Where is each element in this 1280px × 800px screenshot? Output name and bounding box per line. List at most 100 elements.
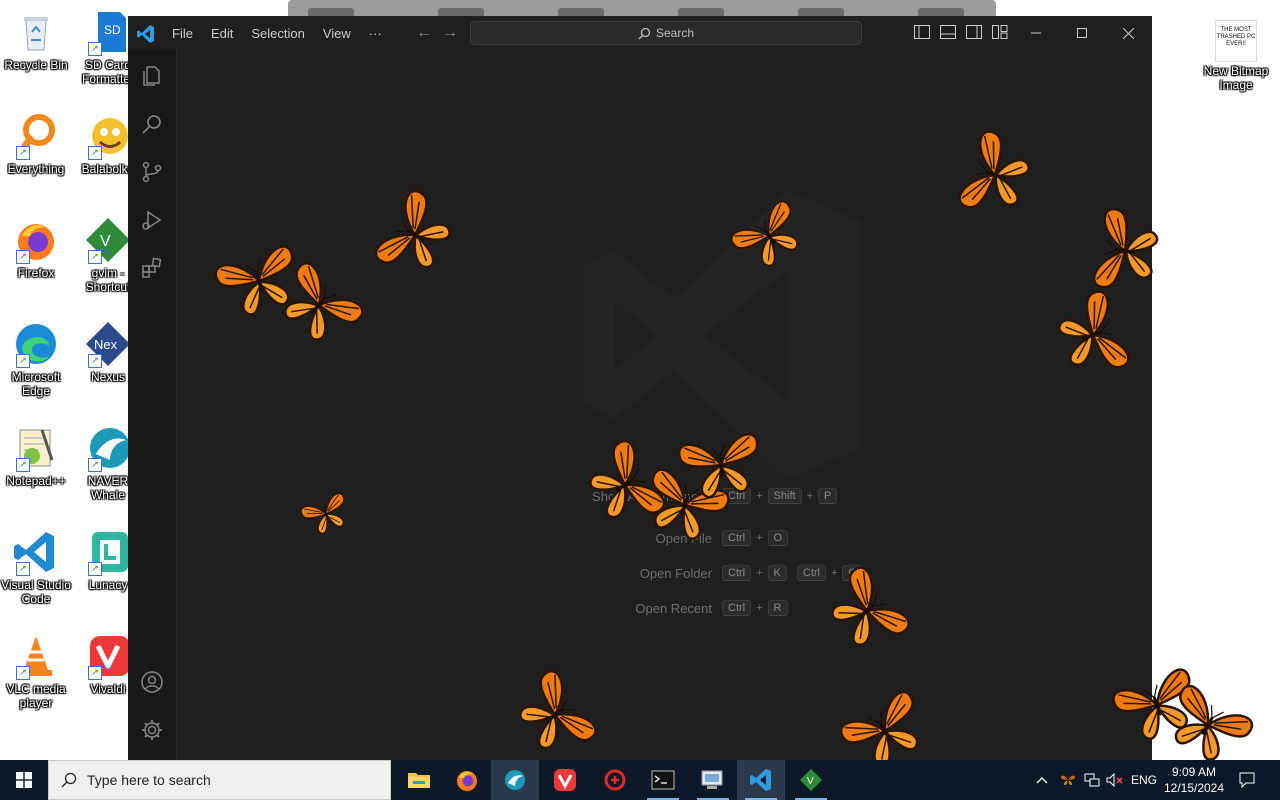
maximize-icon: [1077, 28, 1087, 38]
keycap: Ctrl: [796, 565, 826, 581]
extensions-icon[interactable]: [140, 256, 164, 280]
back-arrow-icon[interactable]: ←: [416, 24, 432, 42]
lunacy-icon: ↗: [84, 528, 132, 576]
shortcut-open-recent: Open Recent Ctrl + R: [572, 600, 788, 616]
taskbar-app-naver-whale[interactable]: [491, 760, 539, 800]
system-clock[interactable]: 9:09 AM 12/15/2024: [1160, 760, 1228, 800]
desktop-icon-firefox[interactable]: ↗ Firefox: [0, 216, 72, 280]
desktop-icon-vlc[interactable]: ↗ VLC media player: [0, 632, 72, 710]
manage-gear-icon[interactable]: [140, 718, 164, 742]
taskbar: Type here to search V ENG 9:09 AM 12/15/: [0, 760, 1280, 800]
svg-text:V: V: [807, 776, 814, 787]
titlebar[interactable]: File Edit Selection View ··· ← → Search: [128, 16, 1152, 50]
taskbar-app-remote-desktop[interactable]: [689, 760, 737, 800]
taskbar-app-firefox[interactable]: [443, 760, 491, 800]
menu-view[interactable]: View: [323, 26, 351, 41]
vivaldi-icon: ↗: [84, 632, 132, 680]
taskbar-search-box[interactable]: Type here to search: [48, 760, 391, 800]
desktop-icon-label: Everything: [7, 162, 65, 176]
menu-file[interactable]: File: [172, 26, 193, 41]
shortcut-arrow-icon: ↗: [88, 146, 102, 160]
menu-more[interactable]: ···: [369, 26, 382, 41]
desktop-icon-recycle-bin[interactable]: Recycle Bin: [0, 8, 72, 72]
shortcut-open-file: Open File Ctrl + O: [572, 530, 789, 546]
toggle-panel-icon[interactable]: [940, 25, 956, 39]
keycap: R: [767, 600, 788, 616]
toggle-secondary-sidebar-icon[interactable]: [966, 25, 982, 39]
action-center-button[interactable]: [1232, 760, 1262, 800]
keycap: P: [818, 488, 838, 504]
keycap: O: [842, 565, 863, 581]
taskbar-app-terminal[interactable]: [639, 760, 687, 800]
tray-volume[interactable]: [1104, 760, 1126, 800]
shortcut-label: Open Recent: [635, 600, 712, 616]
taskbar-app-file-explorer[interactable]: [395, 760, 443, 800]
search-icon[interactable]: [140, 112, 164, 136]
volume-muted-icon: [1106, 773, 1123, 787]
accounts-icon[interactable]: [140, 670, 164, 694]
firefox-icon: ↗: [12, 216, 60, 264]
taskbar-search-placeholder: Type here to search: [87, 772, 211, 788]
search-icon: [638, 27, 651, 39]
tray-show-hidden-icons[interactable]: [1032, 760, 1052, 800]
desktop-icon-edge[interactable]: ↗ Microsoft Edge: [0, 320, 72, 398]
shortcut-arrow-icon: ↗: [16, 562, 30, 576]
keycap: Ctrl: [722, 565, 752, 581]
vscode-window: File Edit Selection View ··· ← → Search: [128, 16, 1152, 760]
desktop-icon-new-bitmap[interactable]: THE MOST TRASHED PC EVER!! New Bitmap Im…: [1200, 20, 1272, 92]
keycap: O: [767, 530, 789, 546]
shortcut-arrow-icon: ↗: [16, 458, 30, 472]
bitmap-thumbnail: THE MOST TRASHED PC EVER!!: [1215, 20, 1257, 62]
close-icon: [1122, 27, 1134, 39]
maximize-button[interactable]: [1059, 16, 1105, 50]
visual-studio-code-icon: [750, 769, 771, 791]
desktop-icon-label: New Bitmap Image: [1203, 64, 1269, 92]
command-center-search[interactable]: Search: [470, 21, 862, 45]
tray-network[interactable]: [1082, 760, 1102, 800]
source-control-icon[interactable]: [140, 160, 164, 184]
shortcut-arrow-icon: ↗: [88, 42, 102, 56]
explorer-icon[interactable]: [140, 64, 164, 88]
desktop-icon-notepadpp[interactable]: ↗ Notepad++: [0, 424, 72, 488]
tray-butterfly-app[interactable]: [1058, 760, 1078, 800]
keycap: Shift: [767, 488, 802, 504]
keycap: Ctrl: [722, 600, 752, 616]
shortcut-label: Open File: [655, 530, 712, 546]
desktop-icon-label: Notepad++: [6, 474, 66, 488]
butterfly-tray-icon: [1060, 775, 1076, 786]
naver-whale-icon: ↗: [84, 424, 132, 472]
minimize-button[interactable]: [1013, 16, 1059, 50]
taskbar-app-vscode[interactable]: [737, 760, 785, 800]
taskbar-app-gvim[interactable]: V: [787, 760, 835, 800]
desktop-icon-everything[interactable]: ↗ Everything: [0, 112, 72, 176]
forward-arrow-icon[interactable]: →: [442, 24, 458, 42]
windows-logo-icon: [16, 772, 32, 788]
plus-sign: +: [756, 567, 763, 579]
clock-time: 9:09 AM: [1171, 765, 1217, 779]
vscode-logo-icon: [136, 24, 156, 44]
close-button[interactable]: [1105, 16, 1151, 50]
desktop-icon-label: Firefox: [17, 266, 55, 280]
taskbar-app-red-circle[interactable]: [591, 760, 639, 800]
plus-sign: +: [831, 567, 838, 579]
shortcut-arrow-icon: ↗: [16, 250, 30, 264]
notepad-plus-plus-icon: ↗: [12, 424, 60, 472]
firefox-icon: [457, 771, 477, 791]
gvim-icon: V: [800, 769, 822, 791]
customize-layout-icon[interactable]: [992, 25, 1008, 39]
svg-text:Nex: Nex: [94, 337, 118, 352]
everything-icon: ↗: [12, 112, 60, 160]
network-icon: [1084, 773, 1100, 787]
menu-selection[interactable]: Selection: [251, 26, 304, 41]
run-and-debug-icon[interactable]: [140, 208, 164, 232]
notification-icon: [1239, 772, 1255, 788]
keycap: K: [767, 565, 787, 581]
menu-edit[interactable]: Edit: [211, 26, 233, 41]
taskbar-app-vivaldi[interactable]: [541, 760, 589, 800]
toggle-primary-sidebar-icon[interactable]: [914, 25, 930, 39]
tray-language[interactable]: ENG: [1128, 760, 1160, 800]
start-button[interactable]: [0, 760, 48, 800]
folder-icon: [408, 773, 430, 788]
desktop-icon-vscode[interactable]: ↗ Visual Studio Code: [0, 528, 72, 606]
menu-bar: File Edit Selection View ···: [172, 16, 400, 50]
